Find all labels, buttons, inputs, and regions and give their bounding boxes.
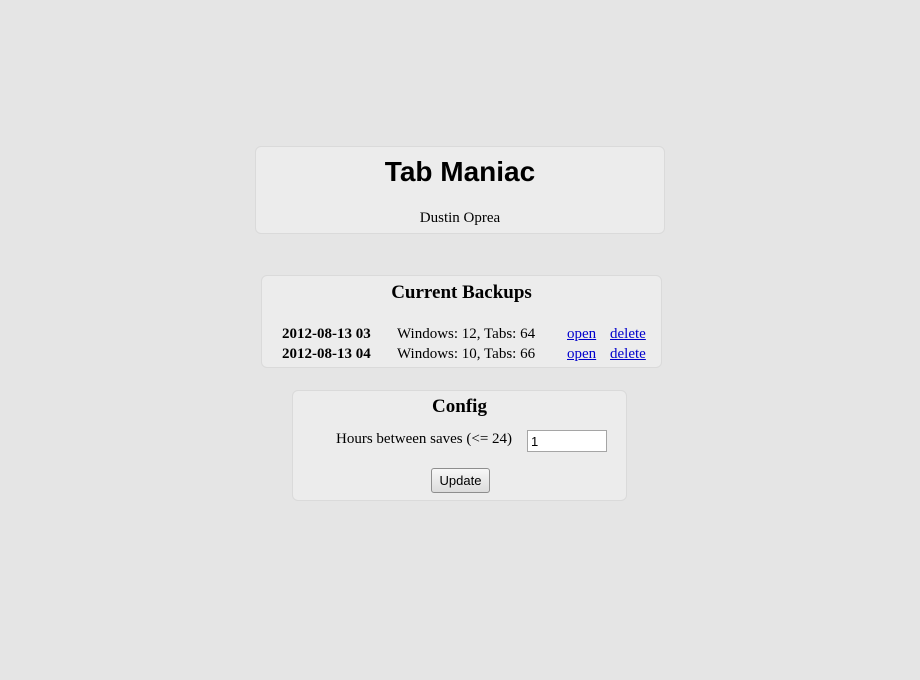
backups-table: 2012-08-13 03 Windows: 12, Tabs: 64 open…: [282, 324, 650, 364]
backup-info: Windows: 10, Tabs: 66: [397, 346, 536, 362]
hours-between-saves-input[interactable]: [527, 430, 607, 452]
hours-between-saves-label: Hours between saves (<= 24): [336, 431, 513, 447]
app-title: Tab Maniac: [384, 156, 536, 187]
backup-row: 2012-08-13 03 Windows: 12, Tabs: 64 open…: [282, 324, 650, 344]
author-name: Dustin Oprea: [419, 210, 501, 226]
delete-backup-link[interactable]: delete: [610, 326, 646, 342]
config-panel: Config Hours between saves (<= 24) Updat…: [292, 390, 627, 501]
config-title: Config: [432, 396, 487, 417]
backups-panel: Current Backups 2012-08-13 03 Windows: 1…: [261, 275, 662, 368]
header-panel: Tab Maniac Dustin Oprea: [255, 146, 665, 234]
open-backup-link[interactable]: open: [567, 346, 596, 362]
backup-date: 2012-08-13 03: [282, 326, 371, 342]
update-button[interactable]: Update: [431, 468, 490, 493]
open-backup-link[interactable]: open: [567, 326, 596, 342]
backup-info: Windows: 12, Tabs: 64: [397, 326, 536, 342]
backups-title: Current Backups: [391, 282, 532, 303]
delete-backup-link[interactable]: delete: [610, 346, 646, 362]
backup-date: 2012-08-13 04: [282, 346, 371, 362]
backup-row: 2012-08-13 04 Windows: 10, Tabs: 66 open…: [282, 344, 650, 364]
